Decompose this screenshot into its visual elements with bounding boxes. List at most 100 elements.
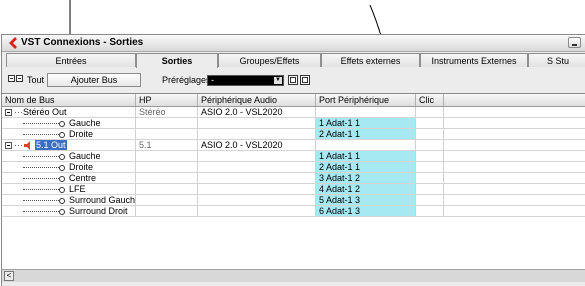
table-row[interactable]: Surround Droit 6 Adat-1 3 <box>2 206 585 217</box>
clic-cell[interactable] <box>416 107 444 117</box>
tree-line <box>23 167 59 169</box>
port-cell[interactable]: 5 Adat-1 3 <box>316 195 416 205</box>
channel-name-label: Gauche <box>69 151 101 161</box>
table-row[interactable]: LFE 4 Adat-1 2 <box>2 184 585 195</box>
port-cell[interactable]: 6 Adat-1 3 <box>316 206 416 216</box>
add-bus-button[interactable]: Ajouter Bus <box>47 73 141 87</box>
bus-name-cell[interactable]: Centre <box>2 173 136 183</box>
presets-dropdown[interactable]: - ▼ <box>207 75 284 86</box>
bus-name-cell[interactable]: Surround Gauche <box>2 195 136 205</box>
bus-name-cell[interactable]: Gauche <box>2 118 136 128</box>
bus-name-cell[interactable]: ··· 5.1 Out <box>2 140 136 150</box>
clic-cell[interactable] <box>416 140 444 150</box>
bus-name-label: 5.1 Out <box>35 140 67 150</box>
table-row[interactable]: Gauche 1 Adat-1 1 <box>2 151 585 162</box>
table-row[interactable]: ···Stéréo Out Stéréo ASIO 2.0 - VSL2020 <box>2 107 585 118</box>
channel-name-label: Gauche <box>69 118 101 128</box>
expand-all-icon[interactable] <box>8 75 15 82</box>
tree-line <box>23 156 59 158</box>
clic-cell[interactable] <box>416 129 444 139</box>
channel-port-icon <box>59 197 65 204</box>
clic-cell[interactable] <box>416 151 444 161</box>
collapse-icon[interactable] <box>5 109 12 117</box>
tab-studio[interactable]: S Stu <box>528 53 585 67</box>
device-cell[interactable] <box>198 206 316 216</box>
tab-label: Effets externes <box>340 56 401 66</box>
hp-cell[interactable] <box>136 129 198 139</box>
col-header-hp[interactable]: HP <box>136 94 198 106</box>
clic-cell[interactable] <box>416 118 444 128</box>
device-cell[interactable] <box>198 151 316 161</box>
tree-line <box>23 211 59 213</box>
col-header-bus-name[interactable]: Nom de Bus <box>2 94 136 106</box>
store-preset-icon[interactable] <box>288 75 298 85</box>
port-cell[interactable] <box>316 107 416 117</box>
bus-name-cell[interactable]: Droite <box>2 162 136 172</box>
port-cell[interactable] <box>316 140 416 150</box>
hp-cell[interactable] <box>136 162 198 172</box>
bus-table: Nom de Bus HP Périphérique Audio Port Pé… <box>2 93 585 269</box>
hp-cell[interactable] <box>136 184 198 194</box>
bus-name-cell[interactable]: Droite <box>2 129 136 139</box>
hp-cell[interactable] <box>136 173 198 183</box>
clic-cell[interactable] <box>416 173 444 183</box>
table-header: Nom de Bus HP Périphérique Audio Port Pé… <box>2 94 585 107</box>
device-cell[interactable]: ASIO 2.0 - VSL2020 <box>198 107 316 117</box>
port-cell[interactable]: 2 Adat-1 1 <box>316 129 416 139</box>
minimize-button[interactable] <box>568 37 581 48</box>
device-cell[interactable] <box>198 195 316 205</box>
tree-line <box>23 134 59 136</box>
hp-cell[interactable] <box>136 195 198 205</box>
table-row[interactable]: ··· 5.1 Out 5.1 ASIO 2.0 - VSL2020 <box>2 140 585 151</box>
scroll-left-icon[interactable]: < <box>4 271 14 281</box>
clic-cell[interactable] <box>416 184 444 194</box>
clic-cell[interactable] <box>416 206 444 216</box>
horizontal-scrollbar[interactable]: < <box>2 269 585 282</box>
channel-port-icon <box>59 208 65 215</box>
clic-cell[interactable] <box>416 195 444 205</box>
device-cell[interactable]: ASIO 2.0 - VSL2020 <box>198 140 316 150</box>
clic-cell[interactable] <box>416 162 444 172</box>
hp-cell[interactable] <box>136 118 198 128</box>
port-cell[interactable]: 4 Adat-1 2 <box>316 184 416 194</box>
device-cell[interactable] <box>198 173 316 183</box>
tab-bar: Entrées Sorties Groupes/Effets Effets ex… <box>2 53 585 68</box>
delete-preset-icon[interactable] <box>300 75 310 85</box>
device-cell[interactable] <box>198 184 316 194</box>
tab-effets-externes[interactable]: Effets externes <box>321 53 420 67</box>
channel-port-icon <box>59 120 65 127</box>
bus-name-cell[interactable]: ···Stéréo Out <box>2 107 136 117</box>
bus-name-cell[interactable]: Gauche <box>2 151 136 161</box>
device-cell[interactable] <box>198 118 316 128</box>
col-header-port[interactable]: Port Périphérique <box>316 94 416 106</box>
port-cell[interactable]: 1 Adat-1 1 <box>316 151 416 161</box>
hp-cell[interactable]: Stéréo <box>136 107 198 117</box>
tab-label: S Stu <box>546 56 569 66</box>
col-header-clic[interactable]: Clic <box>416 94 444 106</box>
tab-entrees[interactable]: Entrées <box>6 53 136 67</box>
tab-sorties[interactable]: Sorties <box>136 53 218 68</box>
port-cell[interactable]: 2 Adat-1 1 <box>316 162 416 172</box>
hp-cell[interactable] <box>136 151 198 161</box>
device-cell[interactable] <box>198 162 316 172</box>
port-cell[interactable]: 3 Adat-1 2 <box>316 173 416 183</box>
collapse-icon[interactable] <box>5 142 12 150</box>
device-cell[interactable] <box>198 129 316 139</box>
hp-cell[interactable]: 5.1 <box>136 140 198 150</box>
port-cell[interactable]: 1 Adat-1 1 <box>316 118 416 128</box>
table-row[interactable]: Centre 3 Adat-1 2 <box>2 173 585 184</box>
collapse-all-icon[interactable] <box>16 75 23 82</box>
table-row[interactable]: Surround Gauche 5 Adat-1 3 <box>2 195 585 206</box>
hp-cell[interactable] <box>136 206 198 216</box>
speaker-icon[interactable] <box>23 141 33 150</box>
table-row[interactable]: Droite 2 Adat-1 1 <box>2 162 585 173</box>
tab-groupes-effets[interactable]: Groupes/Effets <box>218 53 321 67</box>
table-row[interactable]: Gauche 1 Adat-1 1 <box>2 118 585 129</box>
tree-line <box>23 200 59 202</box>
tab-instruments-externes[interactable]: Instruments Externes <box>420 53 528 67</box>
chevron-down-icon: ▼ <box>274 77 282 84</box>
table-row[interactable]: Droite 2 Adat-1 1 <box>2 129 585 140</box>
bus-name-cell[interactable]: Surround Droit <box>2 206 136 216</box>
col-header-device[interactable]: Périphérique Audio <box>198 94 316 106</box>
bus-name-cell[interactable]: LFE <box>2 184 136 194</box>
